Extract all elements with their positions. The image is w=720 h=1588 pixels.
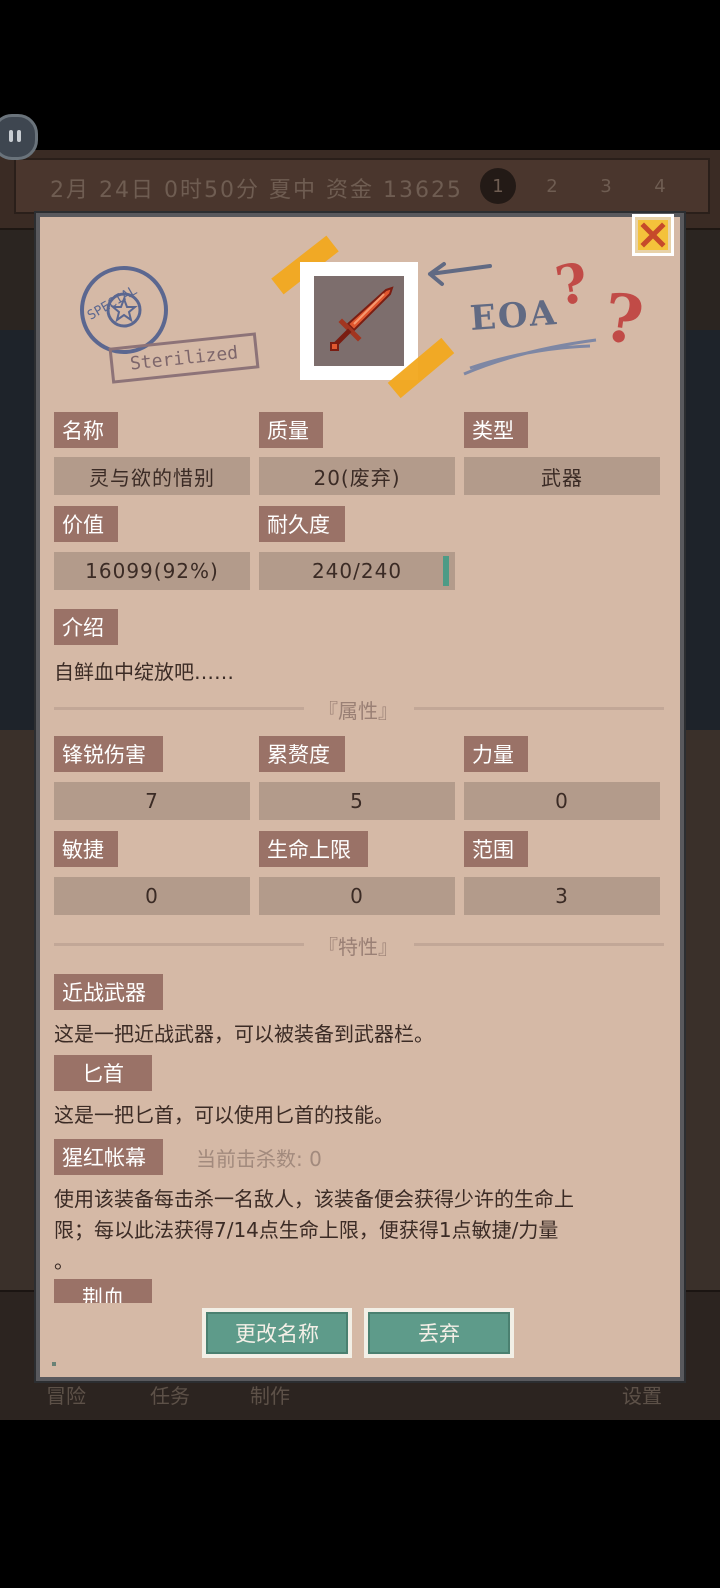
durability-bar <box>443 556 449 586</box>
durability-text: 240/240 <box>311 559 403 583</box>
attr-burden-value: 5 <box>259 782 455 820</box>
rename-button[interactable]: 更改名称 <box>202 1308 352 1358</box>
page-tab-4[interactable]: 4 <box>642 168 678 204</box>
name-value: 灵与欲的惜别 <box>54 457 250 495</box>
divider <box>414 943 664 946</box>
scribble-underline <box>463 338 597 376</box>
attr-sharp-damage-value: 7 <box>54 782 250 820</box>
intro-label: 介绍 <box>54 609 118 645</box>
trait-dagger-label: 匕首 <box>54 1055 152 1091</box>
sword-icon <box>330 286 394 351</box>
attr-agility-label: 敏捷 <box>54 831 118 867</box>
trait-dagger-desc: 这是一把匕首，可以使用匕首的技能。 <box>54 1103 394 1127</box>
trait-crimson-veil-label: 猩红帐幕 <box>54 1139 163 1175</box>
durability-label: 耐久度 <box>259 506 345 542</box>
trait-crimson-veil-desc-2: 限；每以此法获得7/14点生命上限，便获得1点敏捷/力量 <box>54 1218 559 1242</box>
attr-range-label: 范围 <box>464 831 528 867</box>
divider <box>54 707 304 710</box>
type-value: 武器 <box>464 457 660 495</box>
trait-crimson-veil-desc-3: 。 <box>54 1249 74 1273</box>
pause-icon[interactable] <box>0 114 38 160</box>
traits-scroll-area[interactable]: 近战武器 这是一把近战武器，可以被装备到武器栏。 匕首 这是一把匕首，可以使用匕… <box>0 965 720 1303</box>
value-label: 价值 <box>54 506 118 542</box>
page-tab-2[interactable]: 2 <box>534 168 570 204</box>
attr-strength-value: 0 <box>464 782 660 820</box>
attributes-title: 『属性』 <box>318 699 398 723</box>
quality-label: 质量 <box>259 412 323 448</box>
trait-kill-count: 当前击杀数: 0 <box>196 1147 322 1171</box>
nav-quest[interactable]: 任务 <box>150 1380 190 1409</box>
nav-settings[interactable]: 设置 <box>622 1380 662 1409</box>
discard-button[interactable]: 丢弃 <box>364 1308 514 1358</box>
divider <box>54 943 304 946</box>
arrow-left-icon <box>428 262 492 286</box>
name-label: 名称 <box>54 412 118 448</box>
attr-agility-value: 0 <box>54 877 250 915</box>
trait-crimson-veil-desc-1: 使用该装备每击杀一名敌人，该装备便会获得少许的生命上 <box>54 1187 574 1211</box>
divider <box>414 707 664 710</box>
page-tab-3[interactable]: 3 <box>588 168 624 204</box>
attr-strength-label: 力量 <box>464 736 528 772</box>
attr-max-hp-label: 生命上限 <box>259 831 368 867</box>
attr-sharp-damage-label: 锋锐伤害 <box>54 736 163 772</box>
close-icon <box>638 220 668 250</box>
attr-burden-label: 累赘度 <box>259 736 345 772</box>
stamp-circle-text: SPECIAL <box>85 283 140 323</box>
date-funds-text: 2月 24日 0时50分 夏中 资金 13625 <box>50 178 463 203</box>
item-photo <box>300 262 418 380</box>
page-tabs: 1 2 3 4 <box>480 168 678 204</box>
attr-max-hp-value: 0 <box>259 877 455 915</box>
type-label: 类型 <box>464 412 528 448</box>
nav-craft[interactable]: 制作 <box>250 1380 290 1409</box>
trait-thorn-blood-label: 荆血 <box>54 1279 152 1303</box>
value-value: 16099(92%) <box>54 552 250 590</box>
status-bar-panel: 2月 24日 0时50分 夏中 资金 13625 1 2 3 4 <box>14 158 710 214</box>
traits-title: 『特性』 <box>318 935 398 959</box>
quality-value: 20(废弃) <box>259 457 455 495</box>
durability-value: 240/240 <box>259 552 455 590</box>
eoa-text: EOA <box>468 292 560 340</box>
nav-adventure[interactable]: 冒险 <box>46 1380 86 1409</box>
trait-melee-label: 近战武器 <box>54 974 163 1010</box>
intro-text: 自鲜血中绽放吧…… <box>54 660 234 684</box>
close-button[interactable] <box>632 214 674 256</box>
page-tab-1[interactable]: 1 <box>480 168 516 204</box>
item-image-frame <box>314 276 404 366</box>
attr-range-value: 3 <box>464 877 660 915</box>
card-rivet <box>52 1362 56 1366</box>
trait-melee-desc: 这是一把近战武器，可以被装备到武器栏。 <box>54 1022 434 1046</box>
